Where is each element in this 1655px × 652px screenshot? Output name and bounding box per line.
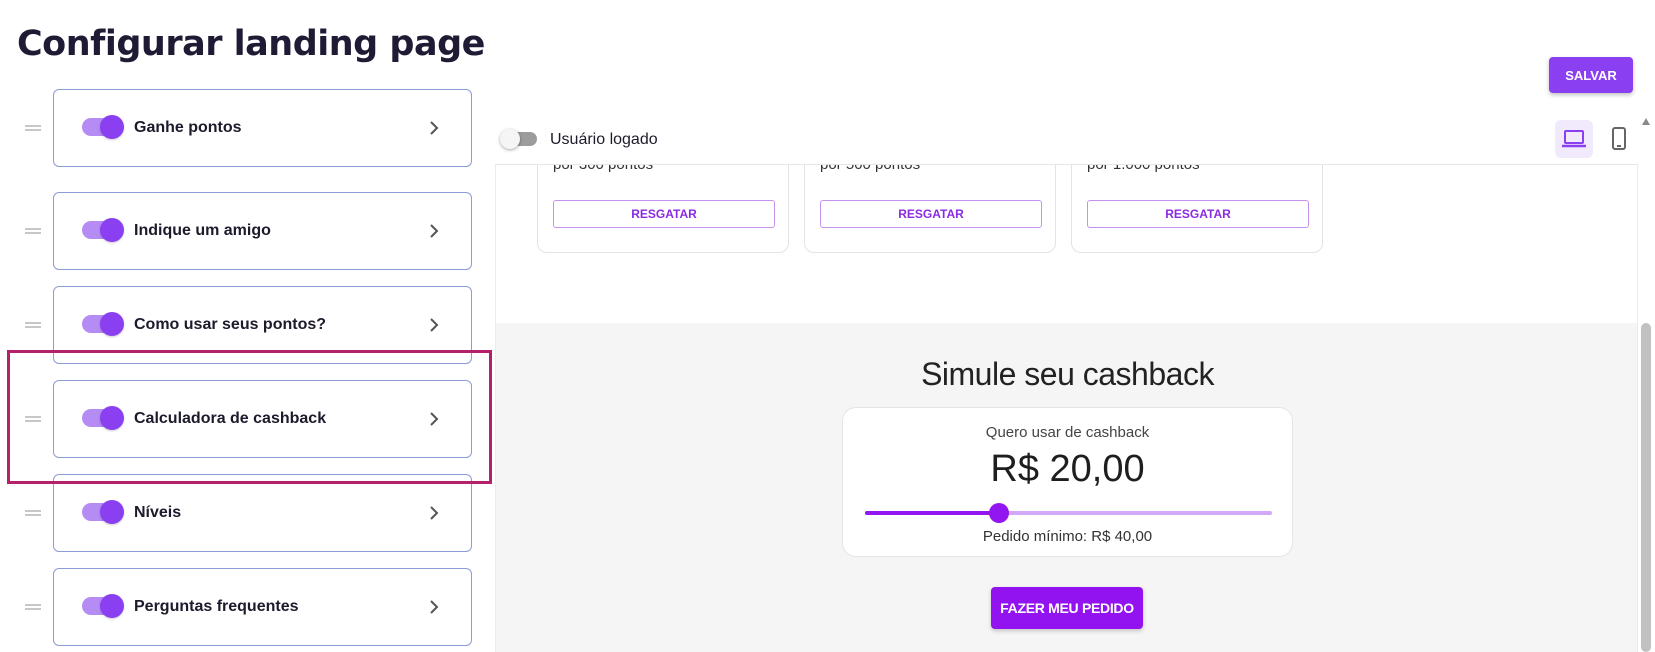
reward-text: por 500 pontos — [820, 165, 920, 173]
reward-text: por 300 pontos — [553, 165, 653, 173]
toggle-knob — [100, 594, 124, 618]
section-card[interactable]: Indique um amigo — [53, 192, 472, 270]
section-row-niveis: Níveis — [0, 474, 480, 552]
drag-handle-icon[interactable] — [25, 510, 41, 516]
cashback-calculator-section: Simule seu cashback Quero usar de cashba… — [496, 323, 1637, 652]
toggle-knob — [500, 129, 520, 149]
section-toggle[interactable] — [82, 594, 124, 618]
redeem-button[interactable]: RESGATAR — [820, 200, 1042, 228]
drag-handle-icon[interactable] — [25, 322, 41, 328]
preview-header: Usuário logado — [495, 115, 1638, 165]
cashback-value: R$ 20,00 — [990, 448, 1145, 490]
section-card[interactable]: Perguntas frequentes — [53, 568, 472, 646]
drag-handle-icon[interactable] — [25, 125, 41, 131]
cashback-slider[interactable] — [865, 503, 1272, 523]
toggle-knob — [100, 312, 124, 336]
drag-handle-icon[interactable] — [25, 228, 41, 234]
section-row-perguntas: Perguntas frequentes — [0, 568, 480, 646]
toggle-knob — [100, 115, 124, 139]
drag-handle-icon[interactable] — [25, 604, 41, 610]
section-card[interactable]: Ganhe pontos — [53, 89, 472, 167]
section-label: Perguntas frequentes — [134, 598, 299, 615]
chevron-right-icon[interactable] — [424, 503, 444, 523]
section-label: Ganhe pontos — [134, 119, 242, 136]
preview-scrollbar[interactable] — [1638, 115, 1655, 652]
mobile-icon[interactable] — [1600, 120, 1638, 158]
place-order-button[interactable]: FAZER MEU PEDIDO — [991, 587, 1143, 629]
section-label: Indique um amigo — [134, 222, 271, 239]
minimum-order-text: Pedido mínimo: R$ 40,00 — [982, 528, 1153, 545]
chevron-right-icon[interactable] — [424, 118, 444, 138]
section-label: Níveis — [134, 504, 182, 521]
chevron-right-icon[interactable] — [424, 221, 444, 241]
section-card[interactable]: Níveis — [53, 474, 472, 552]
landing-page-config: Configurar landing page SALVAR Ganhe pon… — [0, 0, 1655, 652]
reward-text: por 1.000 pontos — [1087, 165, 1200, 173]
logged-user-toggle[interactable] — [500, 129, 537, 149]
toggle-knob — [100, 218, 124, 242]
page-title: Configurar landing page — [17, 24, 485, 64]
desktop-icon[interactable] — [1555, 120, 1593, 158]
calculator-prompt: Quero usar de cashback — [985, 424, 1150, 441]
section-row-indique-amigo: Indique um amigo — [0, 192, 480, 270]
section-toggle[interactable] — [82, 218, 124, 242]
redeem-button[interactable]: RESGATAR — [553, 200, 775, 228]
section-label: Como usar seus pontos? — [134, 316, 327, 333]
section-row-ganhe-pontos: Ganhe pontos — [0, 89, 480, 167]
section-toggle[interactable] — [82, 312, 124, 336]
toggle-knob — [100, 500, 124, 524]
calculator-card: Quero usar de cashback R$ 20,00 Pedido m… — [842, 407, 1293, 557]
slider-fill — [865, 511, 1000, 515]
selection-highlight — [7, 350, 492, 484]
reward-card: por 1.000 pontos RESGATAR — [1071, 165, 1323, 253]
reward-card: por 500 pontos RESGATAR — [804, 165, 1056, 253]
chevron-right-icon[interactable] — [424, 597, 444, 617]
section-toggle[interactable] — [82, 115, 124, 139]
chevron-right-icon[interactable] — [424, 315, 444, 335]
reward-card: por 300 pontos RESGATAR — [537, 165, 789, 253]
save-button[interactable]: SALVAR — [1549, 57, 1633, 93]
section-toggle[interactable] — [82, 500, 124, 524]
scroll-up-icon[interactable] — [1642, 118, 1650, 125]
scroll-thumb[interactable] — [1641, 323, 1651, 652]
redeem-button[interactable]: RESGATAR — [1087, 200, 1309, 228]
logged-user-label: Usuário logado — [550, 131, 658, 148]
preview-canvas: por 300 pontos RESGATAR por 500 pontos R… — [495, 165, 1638, 652]
calculator-title: Simule seu cashback — [921, 356, 1214, 392]
slider-thumb[interactable] — [989, 503, 1010, 523]
